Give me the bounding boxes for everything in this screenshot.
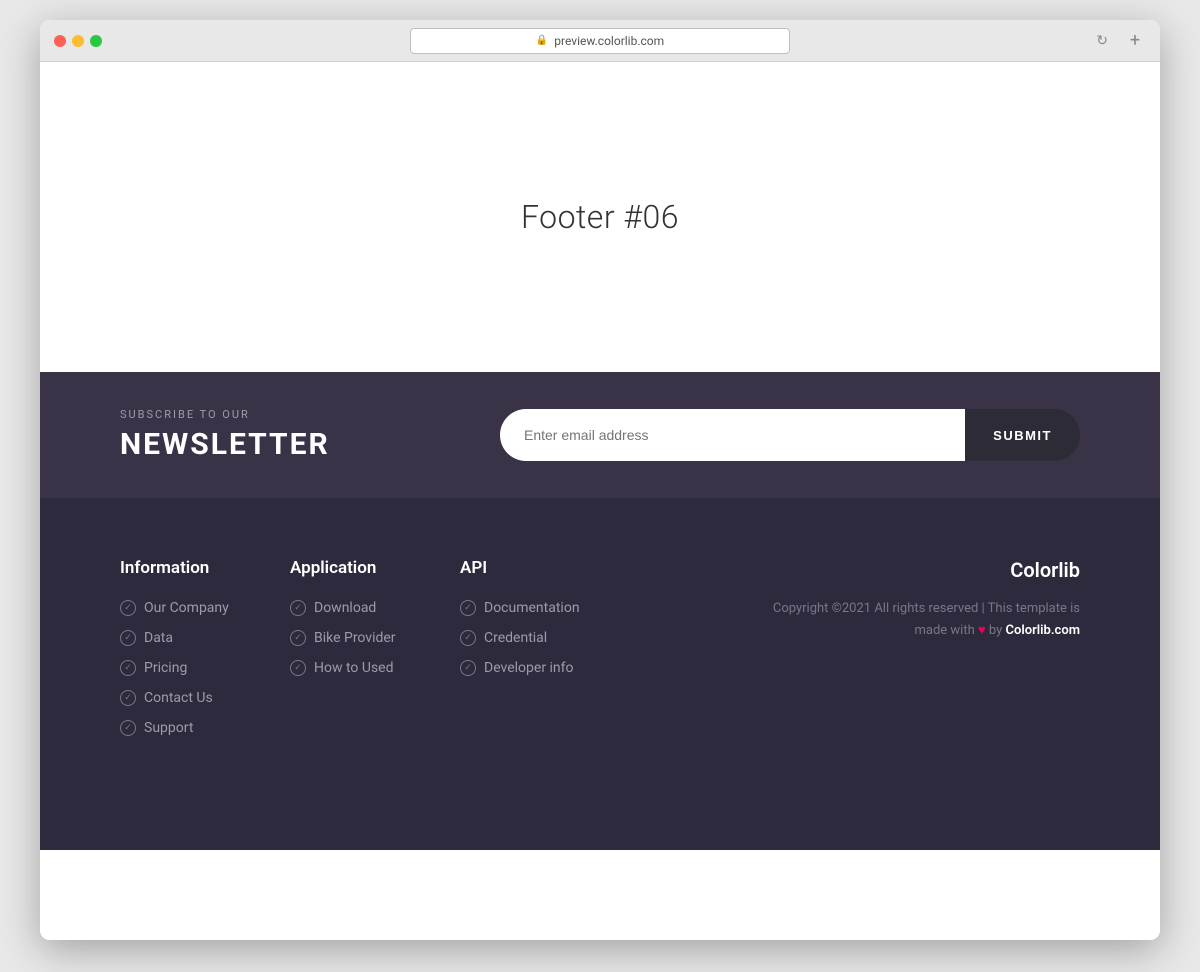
heart-icon: ♥ (978, 623, 986, 638)
check-icon (290, 600, 306, 616)
footer-col-application: Application Download Bike Provider How t… (290, 558, 460, 750)
footer-col2-heading: Application (290, 558, 460, 578)
check-icon (120, 720, 136, 736)
link-text: Download (314, 600, 376, 616)
new-tab-button[interactable]: + (1124, 30, 1146, 52)
copyright-line1: Copyright ©2021 All rights reserved | Th… (773, 601, 1080, 616)
list-item[interactable]: Our Company (120, 600, 290, 616)
footer-columns: Information Our Company Data Pricing (120, 558, 1080, 750)
copyright-link[interactable]: Colorlib.com (1006, 623, 1080, 638)
copyright-text: Copyright ©2021 All rights reserved | Th… (773, 598, 1080, 642)
bottom-white-area (40, 850, 1160, 940)
hero-title: Footer #06 (521, 198, 679, 236)
refresh-icon[interactable]: ↻ (1096, 33, 1108, 49)
link-text: Credential (484, 630, 547, 646)
link-text: Documentation (484, 600, 580, 616)
close-dot[interactable] (54, 35, 66, 47)
list-item[interactable]: Data (120, 630, 290, 646)
browser-dots (54, 35, 102, 47)
newsletter-left: SUBSCRIBE TO OUR NEWSLETTER (120, 408, 500, 462)
link-text: How to Used (314, 660, 394, 676)
list-item[interactable]: Pricing (120, 660, 290, 676)
hero-section: Footer #06 (40, 62, 1160, 372)
copyright-line2-pre: made with (914, 623, 978, 638)
footer-col-api: API Documentation Credential Developer i… (460, 558, 630, 750)
copyright-line2-post: by (986, 623, 1006, 638)
list-item[interactable]: Documentation (460, 600, 630, 616)
footer-col-brand: Colorlib Copyright ©2021 All rights rese… (630, 558, 1080, 750)
newsletter-section: SUBSCRIBE TO OUR NEWSLETTER SUBMIT (40, 372, 1160, 498)
list-item[interactable]: Download (290, 600, 460, 616)
browser-chrome: 🔒 preview.colorlib.com ↻ + (40, 20, 1160, 62)
check-icon (460, 630, 476, 646)
maximize-dot[interactable] (90, 35, 102, 47)
link-text: Support (144, 720, 193, 736)
footer-col-information: Information Our Company Data Pricing (120, 558, 290, 750)
submit-button[interactable]: SUBMIT (965, 409, 1080, 461)
list-item[interactable]: Support (120, 720, 290, 736)
link-text: Contact Us (144, 690, 213, 706)
list-item[interactable]: How to Used (290, 660, 460, 676)
list-item[interactable]: Credential (460, 630, 630, 646)
page-content: Footer #06 SUBSCRIBE TO OUR NEWSLETTER S… (40, 62, 1160, 940)
footer-col1-heading: Information (120, 558, 290, 578)
check-icon (120, 660, 136, 676)
list-item[interactable]: Contact Us (120, 690, 290, 706)
address-bar[interactable]: 🔒 preview.colorlib.com (410, 28, 790, 54)
minimize-dot[interactable] (72, 35, 84, 47)
browser-window: 🔒 preview.colorlib.com ↻ + Footer #06 SU… (40, 20, 1160, 940)
check-icon (460, 600, 476, 616)
check-icon (290, 660, 306, 676)
newsletter-title: NEWSLETTER (120, 427, 500, 462)
check-icon (290, 630, 306, 646)
newsletter-form: SUBMIT (500, 409, 1080, 461)
link-text: Developer info (484, 660, 574, 676)
footer-col3-heading: API (460, 558, 630, 578)
link-text: Data (144, 630, 173, 646)
email-input[interactable] (500, 409, 965, 461)
check-icon (460, 660, 476, 676)
brand-name: Colorlib (1010, 558, 1080, 582)
footer-section: Information Our Company Data Pricing (40, 498, 1160, 850)
address-text: preview.colorlib.com (554, 34, 664, 48)
link-text: Bike Provider (314, 630, 396, 646)
lock-icon: 🔒 (536, 35, 548, 46)
list-item[interactable]: Bike Provider (290, 630, 460, 646)
subscribe-label: SUBSCRIBE TO OUR (120, 408, 500, 421)
check-icon (120, 600, 136, 616)
list-item[interactable]: Developer info (460, 660, 630, 676)
check-icon (120, 690, 136, 706)
link-text: Pricing (144, 660, 187, 676)
link-text: Our Company (144, 600, 229, 616)
check-icon (120, 630, 136, 646)
